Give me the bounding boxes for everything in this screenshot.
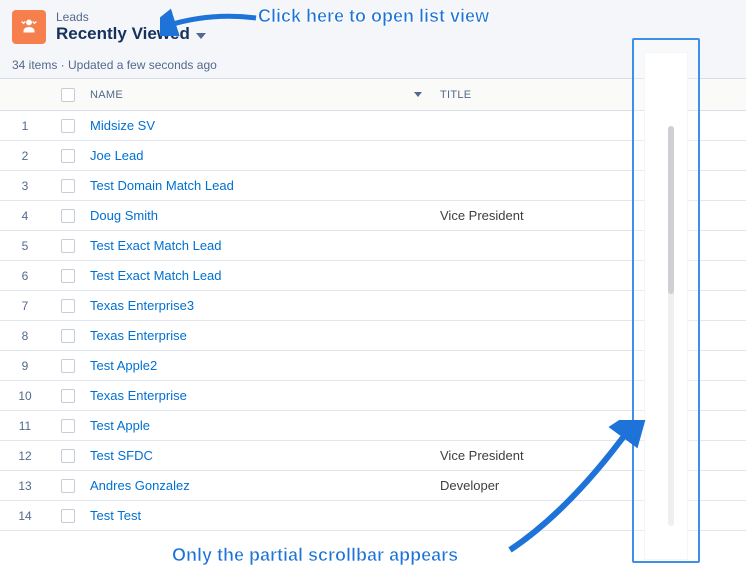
row-number: 9 [0,359,50,373]
row-number: 12 [0,449,50,463]
table-header: NAME TITLE [0,79,746,111]
scrollbar-panel [644,52,688,560]
table-row: 12 Test SFDC Vice President [0,441,746,471]
row-checkbox[interactable] [61,329,75,343]
table-row: 14 Test Test [0,501,746,531]
list-header: Leads Recently Viewed 34 items · Updated… [0,0,746,79]
row-checkbox[interactable] [61,509,75,523]
lead-name-link[interactable]: Doug Smith [90,208,158,223]
column-name[interactable]: NAME [86,89,436,101]
leads-icon [12,10,46,44]
lead-name-link[interactable]: Midsize SV [90,118,155,133]
table-row: 6 Test Exact Match Lead [0,261,746,291]
view-name: Recently Viewed [56,24,190,44]
row-number: 1 [0,119,50,133]
lead-name-link[interactable]: Test SFDC [90,448,153,463]
leads-table: NAME TITLE 1 Midsize SV 2 Joe Lead 3 Test Dom… [0,79,746,531]
row-checkbox[interactable] [61,179,75,193]
row-checkbox[interactable] [61,299,75,313]
lead-name-link[interactable]: Test Apple [90,418,150,433]
row-number: 2 [0,149,50,163]
lead-name-link[interactable]: Joe Lead [90,148,144,163]
row-checkbox[interactable] [61,479,75,493]
row-number: 6 [0,269,50,283]
table-row: 2 Joe Lead [0,141,746,171]
lead-title: Developer [440,478,499,493]
row-number: 3 [0,179,50,193]
lead-name-link[interactable]: Test Apple2 [90,358,157,373]
row-number: 5 [0,239,50,253]
row-number: 7 [0,299,50,313]
lead-title: Vice President [440,208,524,223]
table-row: 4 Doug Smith Vice President [0,201,746,231]
row-number: 14 [0,509,50,523]
chevron-down-icon [196,33,206,39]
table-row: 8 Texas Enterprise [0,321,746,351]
lead-name-link[interactable]: Test Exact Match Lead [90,238,222,253]
status-line: 34 items · Updated a few seconds ago [12,58,734,72]
table-row: 13 Andres Gonzalez Developer [0,471,746,501]
row-checkbox[interactable] [61,449,75,463]
table-row: 7 Texas Enterprise3 [0,291,746,321]
row-number: 8 [0,329,50,343]
lead-name-link[interactable]: Texas Enterprise [90,328,187,343]
lead-name-link[interactable]: Test Test [90,508,141,523]
lead-name-link[interactable]: Test Exact Match Lead [90,268,222,283]
row-checkbox[interactable] [61,419,75,433]
row-checkbox[interactable] [61,269,75,283]
table-row: 10 Texas Enterprise [0,381,746,411]
table-row: 5 Test Exact Match Lead [0,231,746,261]
row-number: 13 [0,479,50,493]
lead-name-link[interactable]: Andres Gonzalez [90,478,190,493]
lead-title: Vice President [440,448,524,463]
row-checkbox[interactable] [61,209,75,223]
annotation-bottom: Only the partial scrollbar appears [172,545,458,566]
object-label: Leads [56,10,206,24]
scrollbar-thumb[interactable] [668,126,674,294]
row-checkbox[interactable] [61,239,75,253]
table-row: 1 Midsize SV [0,111,746,141]
column-title[interactable]: TITLE [436,89,746,101]
select-all-checkbox[interactable] [61,88,75,102]
table-row: 9 Test Apple2 [0,351,746,381]
sort-caret-icon [414,92,422,97]
table-row: 3 Test Domain Match Lead [0,171,746,201]
row-checkbox[interactable] [61,149,75,163]
lead-name-link[interactable]: Texas Enterprise [90,388,187,403]
table-row: 11 Test Apple [0,411,746,441]
row-checkbox[interactable] [61,119,75,133]
list-view-selector[interactable]: Recently Viewed [56,24,206,44]
row-number: 4 [0,209,50,223]
lead-name-link[interactable]: Texas Enterprise3 [90,298,194,313]
lead-name-link[interactable]: Test Domain Match Lead [90,178,234,193]
row-checkbox[interactable] [61,389,75,403]
row-number: 11 [0,419,50,433]
scrollbar-track[interactable] [668,126,674,526]
column-title-label: TITLE [440,89,471,101]
column-name-label: NAME [90,89,123,101]
row-number: 10 [0,389,50,403]
row-checkbox[interactable] [61,359,75,373]
